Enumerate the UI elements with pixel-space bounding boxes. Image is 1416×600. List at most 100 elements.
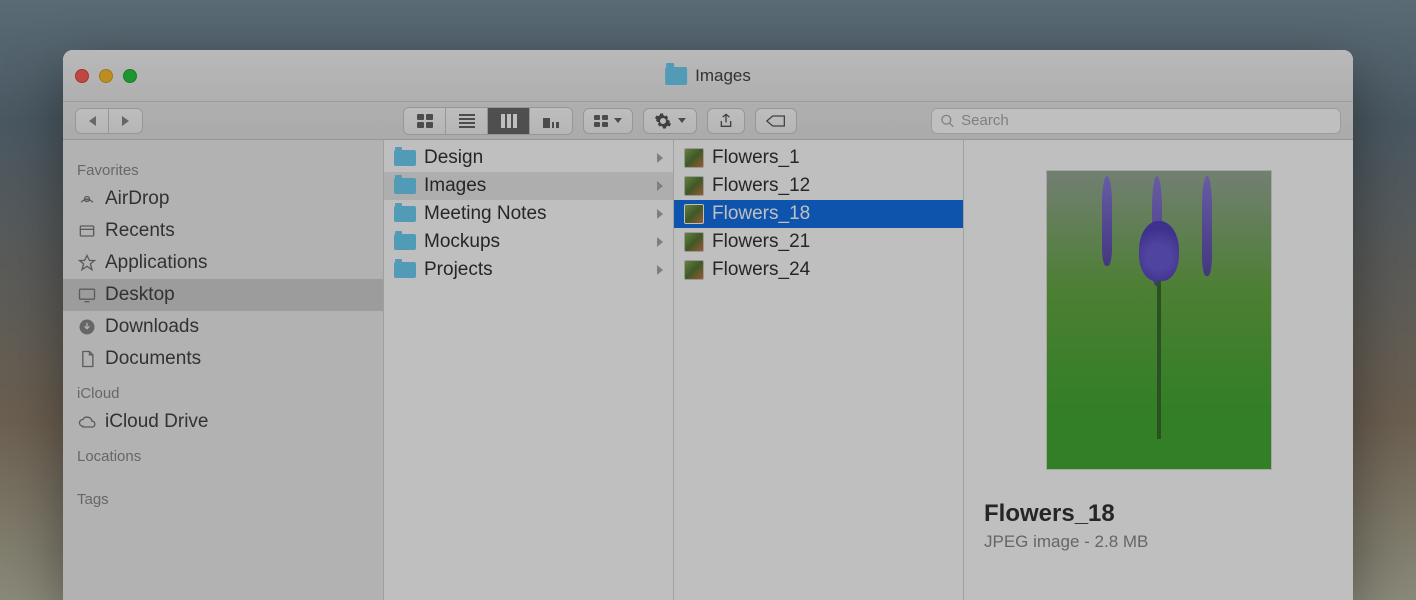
folder-label: Meeting Notes — [424, 203, 547, 225]
search-input[interactable] — [961, 112, 1332, 129]
folder-label: Images — [424, 175, 486, 197]
chevron-left-icon — [89, 116, 96, 126]
folder-icon — [394, 206, 416, 222]
finder-window: Images — [63, 50, 1353, 600]
sidebar-item-applications[interactable]: Applications — [63, 247, 383, 279]
preview-pane: Flowers_18 JPEG image - 2.8 MB — [964, 140, 1353, 600]
list-view-button[interactable] — [446, 108, 488, 134]
minimize-button[interactable] — [99, 69, 113, 83]
title-bar: Images — [63, 50, 1353, 102]
view-switcher — [403, 107, 573, 135]
column-view-button[interactable] — [488, 108, 530, 134]
sidebar-heading-tags: Tags — [63, 487, 383, 512]
sidebar-heading-favorites: Favorites — [63, 158, 383, 183]
preview-image — [1046, 170, 1272, 470]
gear-icon — [654, 112, 672, 130]
tags-button[interactable] — [755, 108, 797, 134]
folder-row-mockups[interactable]: Mockups — [384, 228, 673, 256]
sidebar-item-label: Recents — [105, 220, 175, 242]
folder-icon — [394, 150, 416, 166]
search-box — [931, 108, 1341, 134]
chevron-right-icon — [657, 209, 663, 219]
downloads-icon — [77, 317, 97, 337]
chevron-right-icon — [657, 153, 663, 163]
content-area: Favorites AirDrop Recents Applications D… — [63, 140, 1353, 600]
cloud-icon — [77, 412, 97, 432]
folder-label: Design — [424, 147, 483, 169]
airdrop-icon — [77, 189, 97, 209]
column-folders: Design Images Meeting Notes Mockups — [384, 140, 674, 600]
preview-meta: JPEG image - 2.8 MB — [984, 532, 1333, 552]
file-row[interactable]: Flowers_12 — [674, 172, 963, 200]
folder-label: Mockups — [424, 231, 500, 253]
folder-icon — [394, 262, 416, 278]
folder-icon — [665, 67, 687, 85]
folder-row-design[interactable]: Design — [384, 144, 673, 172]
thumbnail-icon — [684, 232, 704, 252]
icon-view-button[interactable] — [404, 108, 446, 134]
sidebar-heading-icloud: iCloud — [63, 381, 383, 406]
window-title-label: Images — [695, 66, 751, 86]
file-label: Flowers_12 — [712, 175, 810, 197]
file-label: Flowers_21 — [712, 231, 810, 253]
chevron-down-icon — [678, 118, 686, 123]
forward-button[interactable] — [109, 108, 143, 134]
thumbnail-icon — [684, 148, 704, 168]
folder-row-images[interactable]: Images — [384, 172, 673, 200]
column-files: Flowers_1 Flowers_12 Flowers_18 Flowers_… — [674, 140, 964, 600]
chevron-right-icon — [657, 181, 663, 191]
preview-title: Flowers_18 — [984, 500, 1333, 528]
thumbnail-icon — [684, 204, 704, 224]
chevron-right-icon — [122, 116, 129, 126]
sidebar-heading-locations: Locations — [63, 444, 383, 469]
desktop-icon — [77, 285, 97, 305]
window-title: Images — [665, 66, 751, 86]
share-icon — [718, 112, 734, 130]
columns-icon — [501, 114, 517, 128]
sidebar-item-label: iCloud Drive — [105, 411, 208, 433]
sidebar-item-label: Documents — [105, 348, 201, 370]
sidebar-item-desktop[interactable]: Desktop — [63, 279, 383, 311]
sidebar-item-label: Desktop — [105, 284, 175, 306]
file-row-selected[interactable]: Flowers_18 — [674, 200, 963, 228]
window-controls — [75, 69, 137, 83]
sidebar: Favorites AirDrop Recents Applications D… — [63, 140, 384, 600]
recents-icon — [77, 221, 97, 241]
file-row[interactable]: Flowers_21 — [674, 228, 963, 256]
sidebar-item-recents[interactable]: Recents — [63, 215, 383, 247]
sidebar-item-label: Downloads — [105, 316, 199, 338]
thumbnail-icon — [684, 176, 704, 196]
sidebar-item-airdrop[interactable]: AirDrop — [63, 183, 383, 215]
sidebar-item-downloads[interactable]: Downloads — [63, 311, 383, 343]
folder-row-meeting-notes[interactable]: Meeting Notes — [384, 200, 673, 228]
file-row[interactable]: Flowers_24 — [674, 256, 963, 284]
file-row[interactable]: Flowers_1 — [674, 144, 963, 172]
share-button[interactable] — [707, 108, 745, 134]
back-button[interactable] — [75, 108, 109, 134]
grid-icon — [594, 115, 608, 127]
list-icon — [459, 114, 475, 128]
search-icon — [940, 113, 955, 129]
folder-row-projects[interactable]: Projects — [384, 256, 673, 284]
sidebar-item-icloud-drive[interactable]: iCloud Drive — [63, 406, 383, 438]
documents-icon — [77, 349, 97, 369]
applications-icon — [77, 253, 97, 273]
nav-buttons — [75, 108, 143, 134]
action-button[interactable] — [643, 108, 697, 134]
column-browser: Design Images Meeting Notes Mockups — [384, 140, 1353, 600]
gallery-view-button[interactable] — [530, 108, 572, 134]
close-button[interactable] — [75, 69, 89, 83]
chevron-right-icon — [657, 237, 663, 247]
toolbar — [63, 102, 1353, 140]
group-by-button[interactable] — [583, 108, 633, 134]
maximize-button[interactable] — [123, 69, 137, 83]
thumbnail-icon — [684, 260, 704, 280]
file-label: Flowers_24 — [712, 259, 810, 281]
folder-icon — [394, 178, 416, 194]
folder-label: Projects — [424, 259, 493, 281]
file-label: Flowers_1 — [712, 147, 800, 169]
folder-icon — [394, 234, 416, 250]
sidebar-item-documents[interactable]: Documents — [63, 343, 383, 375]
chevron-right-icon — [657, 265, 663, 275]
sidebar-item-label: Applications — [105, 252, 207, 274]
